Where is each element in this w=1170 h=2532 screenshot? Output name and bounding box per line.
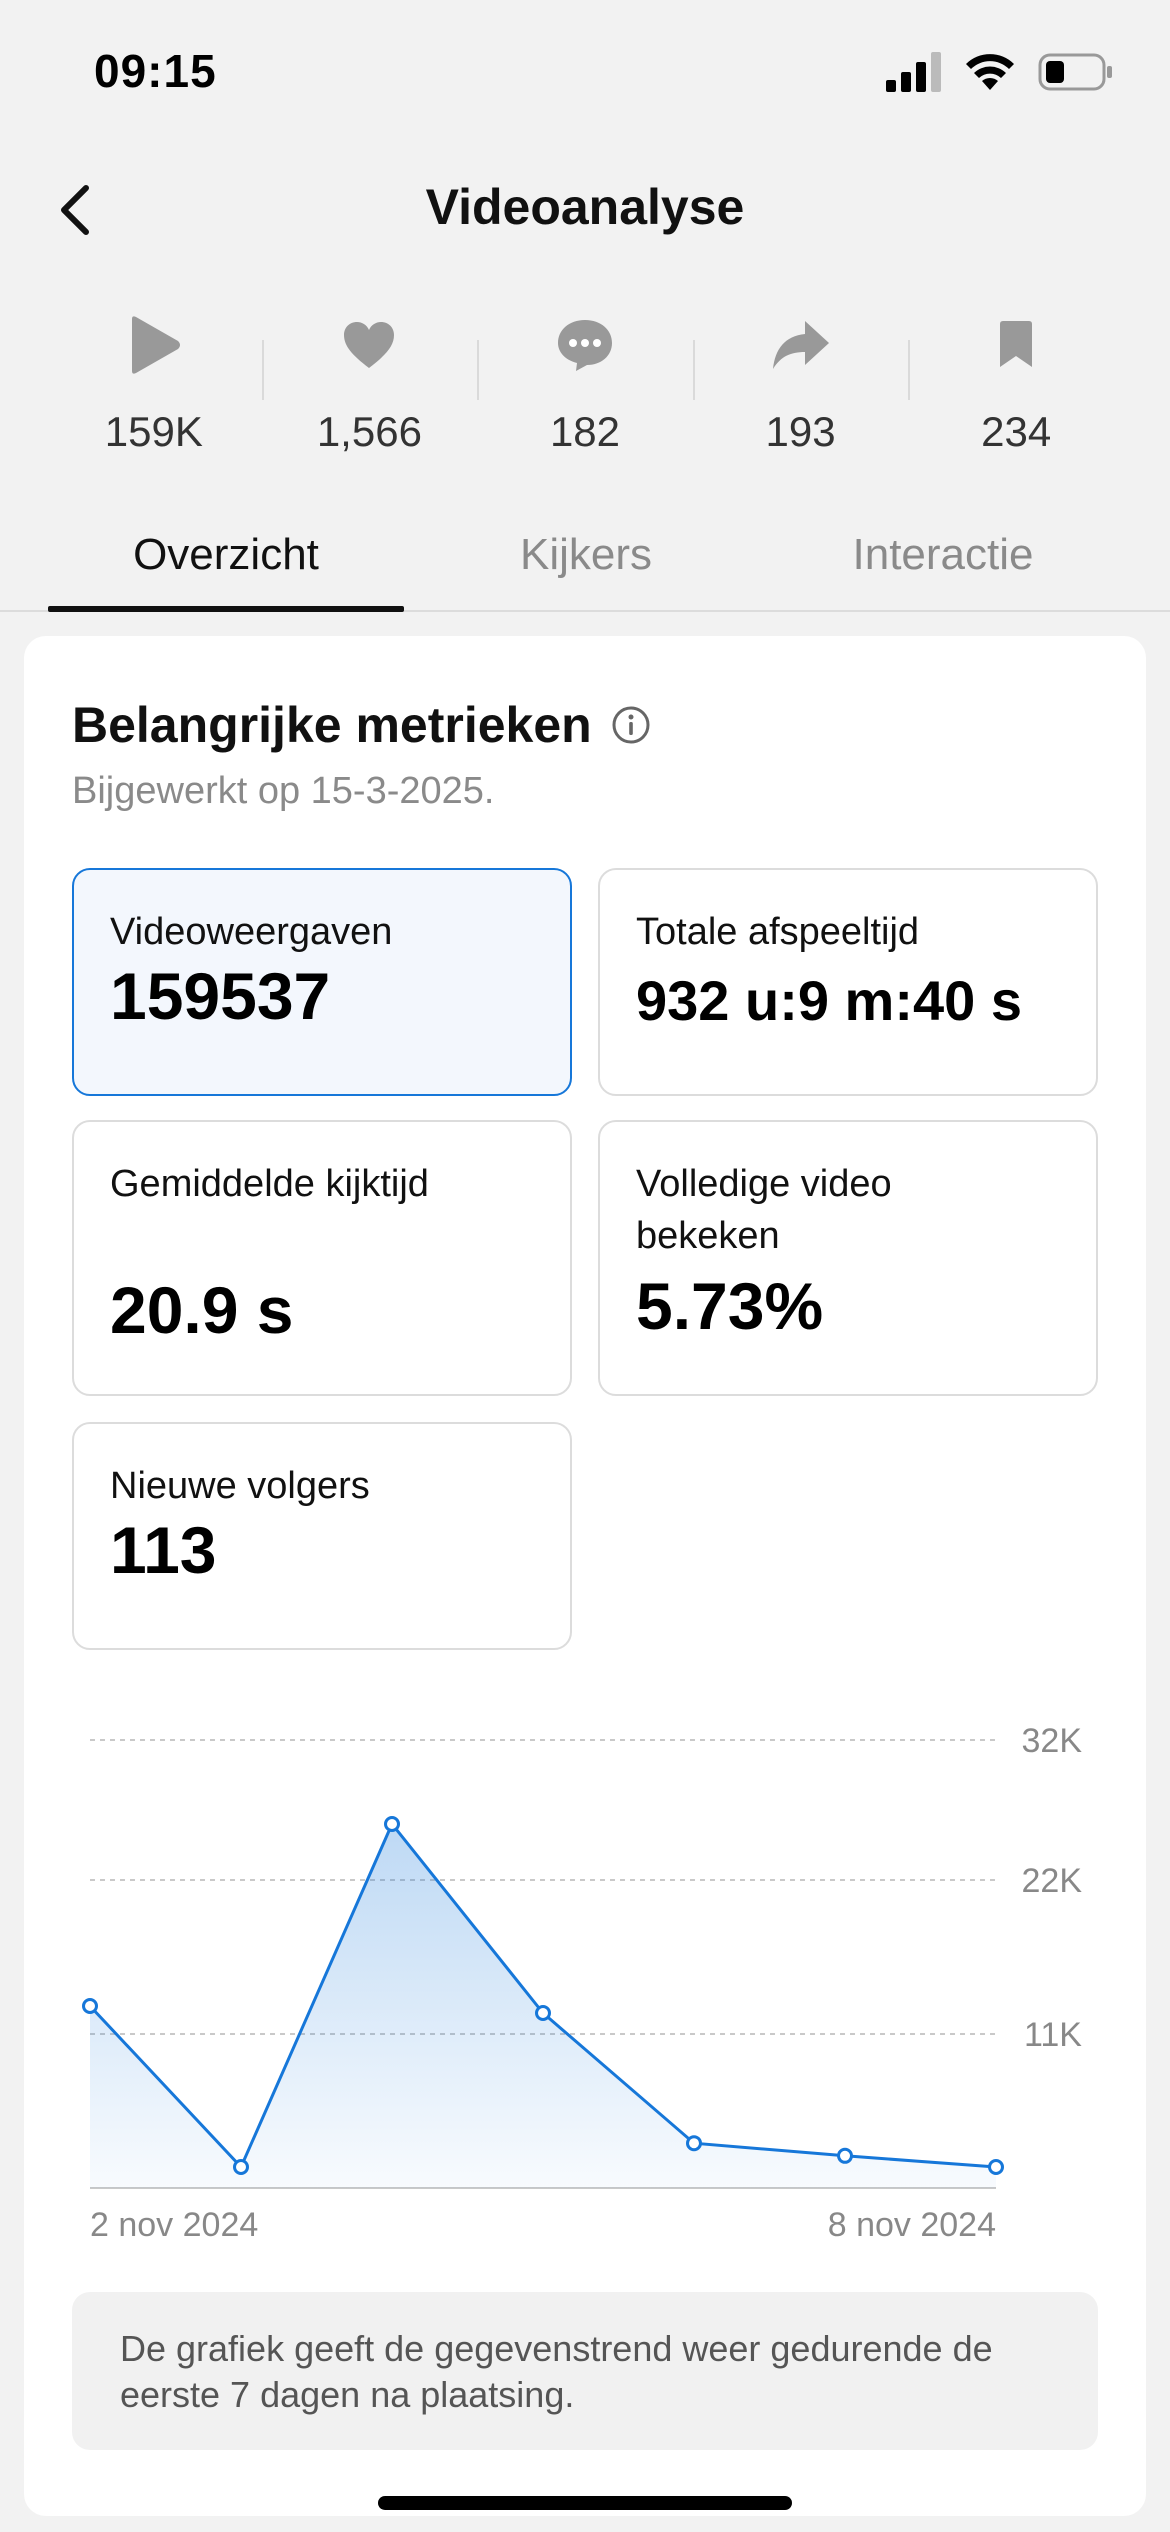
data-point: [988, 2159, 1004, 2175]
views-trend-chart: 11K 22K 32K 2 nov 2024 8 nov 2024: [82, 1722, 1083, 2244]
stat-value: 159K: [104, 408, 203, 455]
y-tick-label: 22K: [1022, 1862, 1083, 1900]
play-icon: [131, 316, 180, 374]
data-point: [686, 2135, 702, 2152]
x-tick-label: 8 nov 2024: [828, 2206, 996, 2244]
stat-value: 1,566: [316, 408, 422, 455]
data-point: [384, 1816, 400, 1832]
comment-icon: [557, 320, 612, 371]
y-tick-label: 11K: [1024, 2016, 1082, 2054]
status-icons: [886, 52, 1114, 92]
stat-comments: 182: [477, 310, 693, 460]
chart-note: De grafiek geeft de gegevenstrend weer g…: [72, 2292, 1098, 2450]
heart-icon: [344, 322, 395, 368]
share-icon: [772, 321, 829, 369]
stat-shares: 193: [692, 310, 909, 460]
stat-value: 193: [765, 408, 836, 455]
home-indicator: [378, 2496, 792, 2510]
data-point: [82, 1998, 98, 2014]
cellular-signal-icon: [886, 52, 941, 92]
stat-saves: 234: [908, 310, 1124, 460]
wifi-icon: [966, 54, 1014, 90]
tab-interactie[interactable]: Interactie: [765, 500, 1121, 610]
y-tick-label: 32K: [1022, 1722, 1083, 1760]
stat-views: 159K: [46, 310, 262, 460]
tab-bar: Overzicht Kijkers Interactie: [0, 500, 1170, 612]
stat-likes: 1,566: [261, 310, 478, 460]
stat-value: 182: [549, 408, 621, 455]
stat-value: 234: [981, 408, 1052, 455]
stats-row: 159K 1,566 182 193 234: [46, 310, 1124, 460]
tab-overzicht[interactable]: Overzicht: [48, 500, 404, 612]
bookmark-icon: [1000, 321, 1033, 367]
data-point: [233, 2159, 249, 2175]
status-time: 09:15: [94, 45, 217, 97]
page-title: Videoanalyse: [425, 179, 745, 235]
x-tick-label: 2 nov 2024: [90, 2206, 258, 2244]
data-point: [837, 2147, 853, 2164]
metrics-card: Belangrijke metrieken Bijgewerkt op 15-3…: [24, 636, 1146, 2516]
status-bar: 09:15: [0, 0, 1170, 140]
tab-kijkers[interactable]: Kijkers: [408, 500, 764, 610]
nav-header: Videoanalyse: [0, 160, 1170, 260]
data-point: [535, 2005, 551, 2021]
battery-icon: [1038, 53, 1112, 91]
